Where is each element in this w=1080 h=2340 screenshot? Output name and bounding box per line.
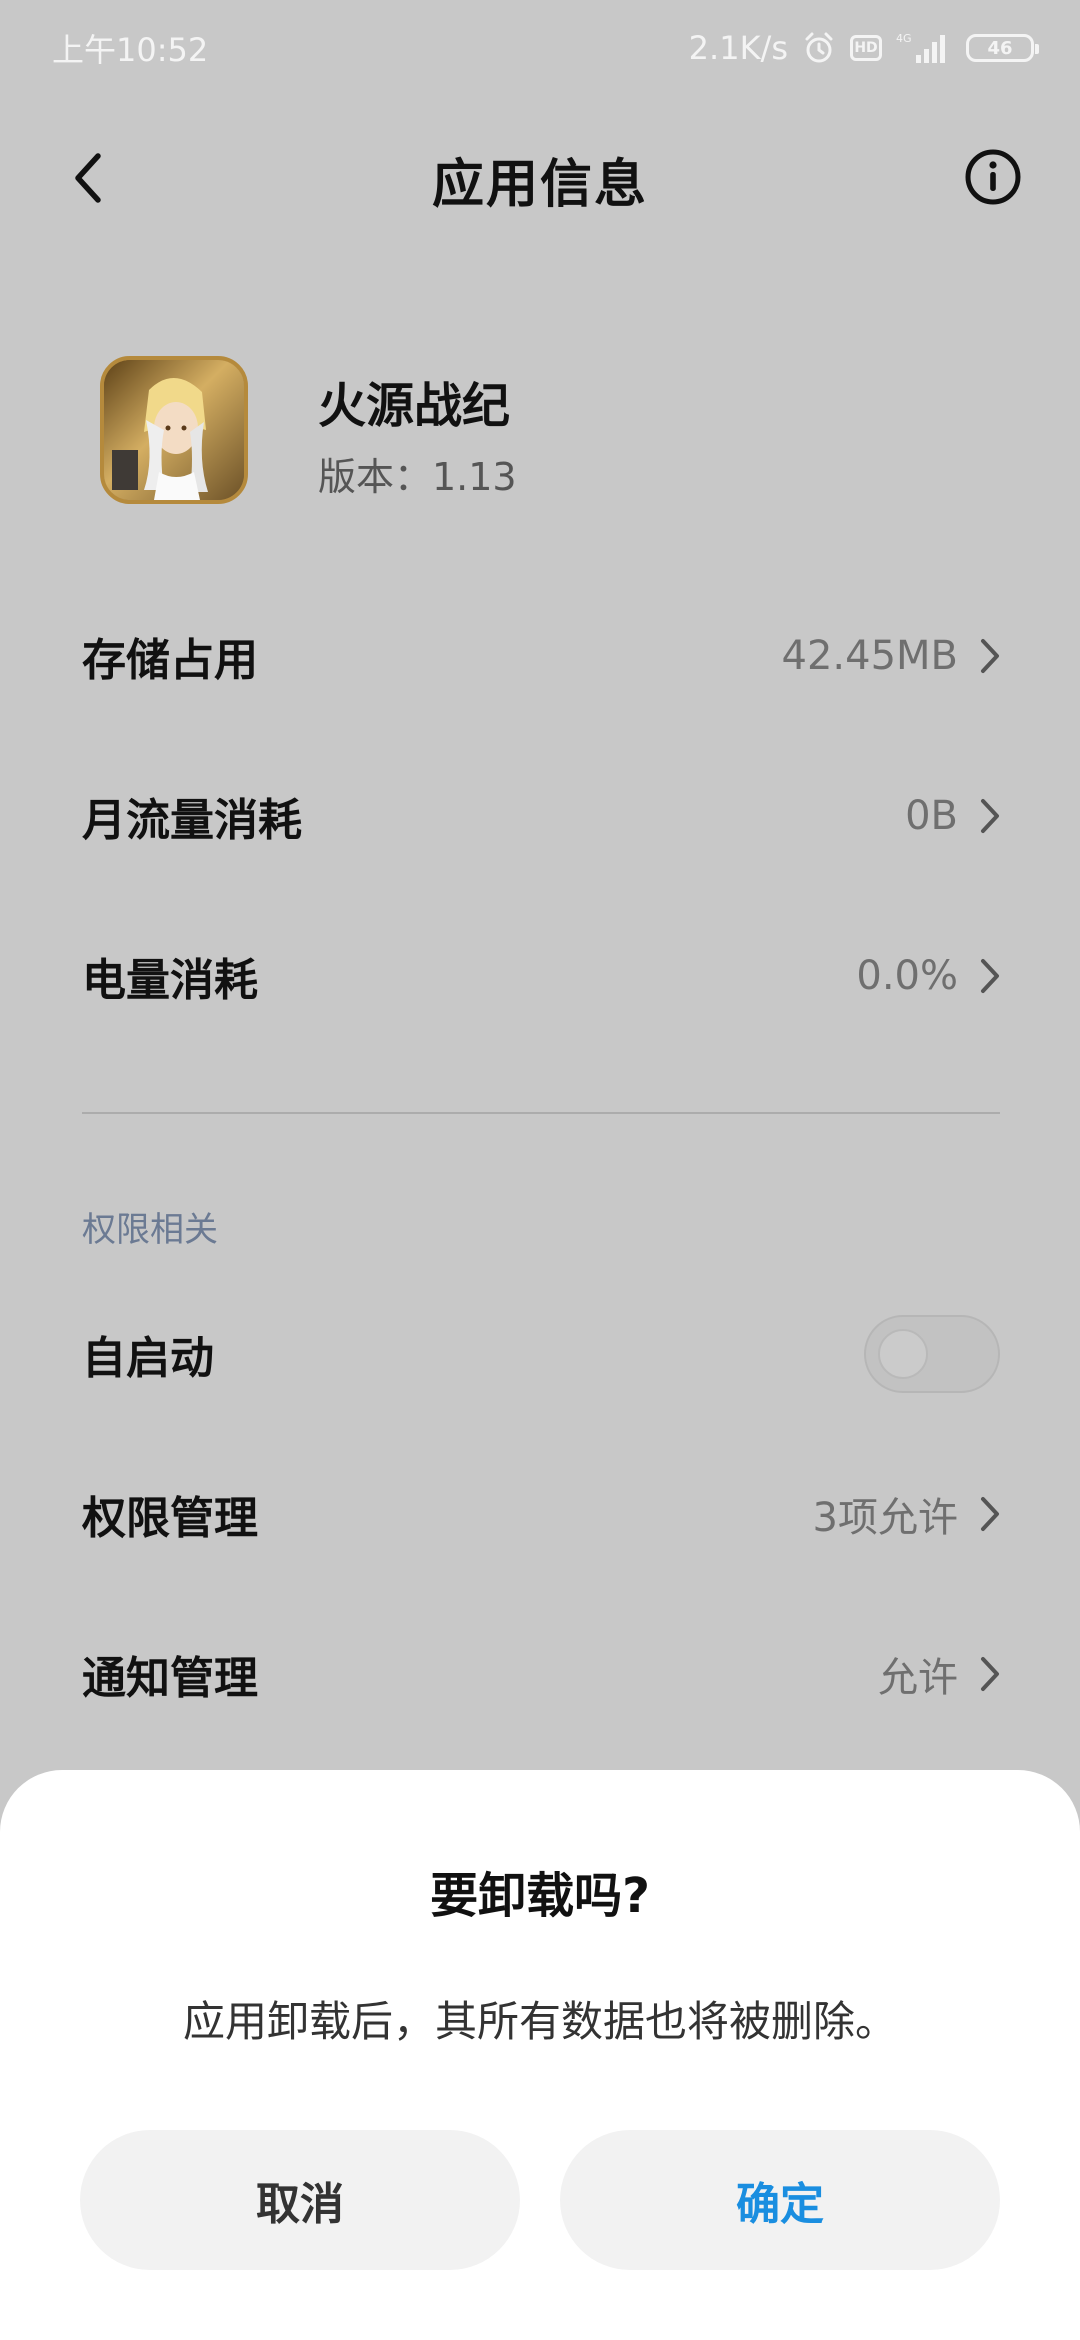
row-label: 月流量消耗 (82, 795, 302, 846)
chevron-right-icon (976, 636, 1004, 676)
row-value: 3项允许 (812, 1495, 958, 1541)
dialog-message: 应用卸载后，其所有数据也将被删除。 (182, 1997, 897, 2046)
row-permission-management[interactable]: 权限管理 3项允许 (0, 1444, 1080, 1584)
network-type: 4G (896, 32, 912, 45)
app-icon (100, 356, 248, 504)
row-value: 42.45MB (781, 633, 958, 679)
app-name: 火源战纪 (318, 378, 511, 434)
info-icon (965, 149, 1021, 205)
row-autostart: 自启动 (0, 1284, 1080, 1424)
chevron-right-icon (976, 1654, 1004, 1694)
alarm-icon (802, 31, 836, 65)
toggle-knob (878, 1329, 928, 1379)
status-icons: 2.1K/s HD 4G 46 (688, 29, 1039, 67)
chevron-right-icon (976, 956, 1004, 996)
divider (82, 1112, 1000, 1114)
app-version: 版本：1.13 (318, 455, 517, 499)
row-battery-usage[interactable]: 电量消耗 0.0% (0, 906, 1080, 1046)
row-value: 0B (905, 793, 958, 839)
page-title: 应用信息 (431, 155, 648, 215)
row-label: 通知管理 (82, 1653, 258, 1704)
cancel-button[interactable]: 取消 (80, 2130, 520, 2270)
dialog-title: 要卸载吗? (430, 1868, 650, 1924)
info-button[interactable] (962, 146, 1024, 208)
row-notification-management[interactable]: 通知管理 允许 (0, 1604, 1080, 1744)
row-label: 自启动 (82, 1333, 214, 1384)
autostart-toggle[interactable] (864, 1315, 1000, 1393)
app-bar: 应用信息 (0, 120, 1080, 236)
battery-icon: 46 (966, 34, 1039, 62)
battery-level: 46 (987, 37, 1013, 59)
row-value: 允许 (878, 1655, 958, 1701)
section-header-permissions: 权限相关 (82, 1210, 218, 1250)
uninstall-dialog: 要卸载吗? 应用卸载后，其所有数据也将被删除。 取消 确定 (0, 1770, 1080, 2340)
status-bar: 上午10:52 2.1K/s HD 4G 46 (0, 0, 1080, 96)
signal-icon: 4G (896, 31, 952, 65)
confirm-button[interactable]: 确定 (560, 2130, 1000, 2270)
row-storage[interactable]: 存储占用 42.45MB (0, 586, 1080, 726)
network-speed: 2.1K/s (688, 29, 788, 67)
row-monthly-data[interactable]: 月流量消耗 0B (0, 746, 1080, 886)
status-time: 上午10:52 (52, 31, 209, 69)
row-label: 电量消耗 (82, 955, 258, 1006)
chevron-right-icon (976, 796, 1004, 836)
row-label: 权限管理 (82, 1493, 258, 1544)
hd-icon: HD (850, 35, 882, 61)
chevron-right-icon (976, 1494, 1004, 1534)
row-label: 存储占用 (82, 635, 258, 686)
row-value: 0.0% (856, 953, 958, 999)
